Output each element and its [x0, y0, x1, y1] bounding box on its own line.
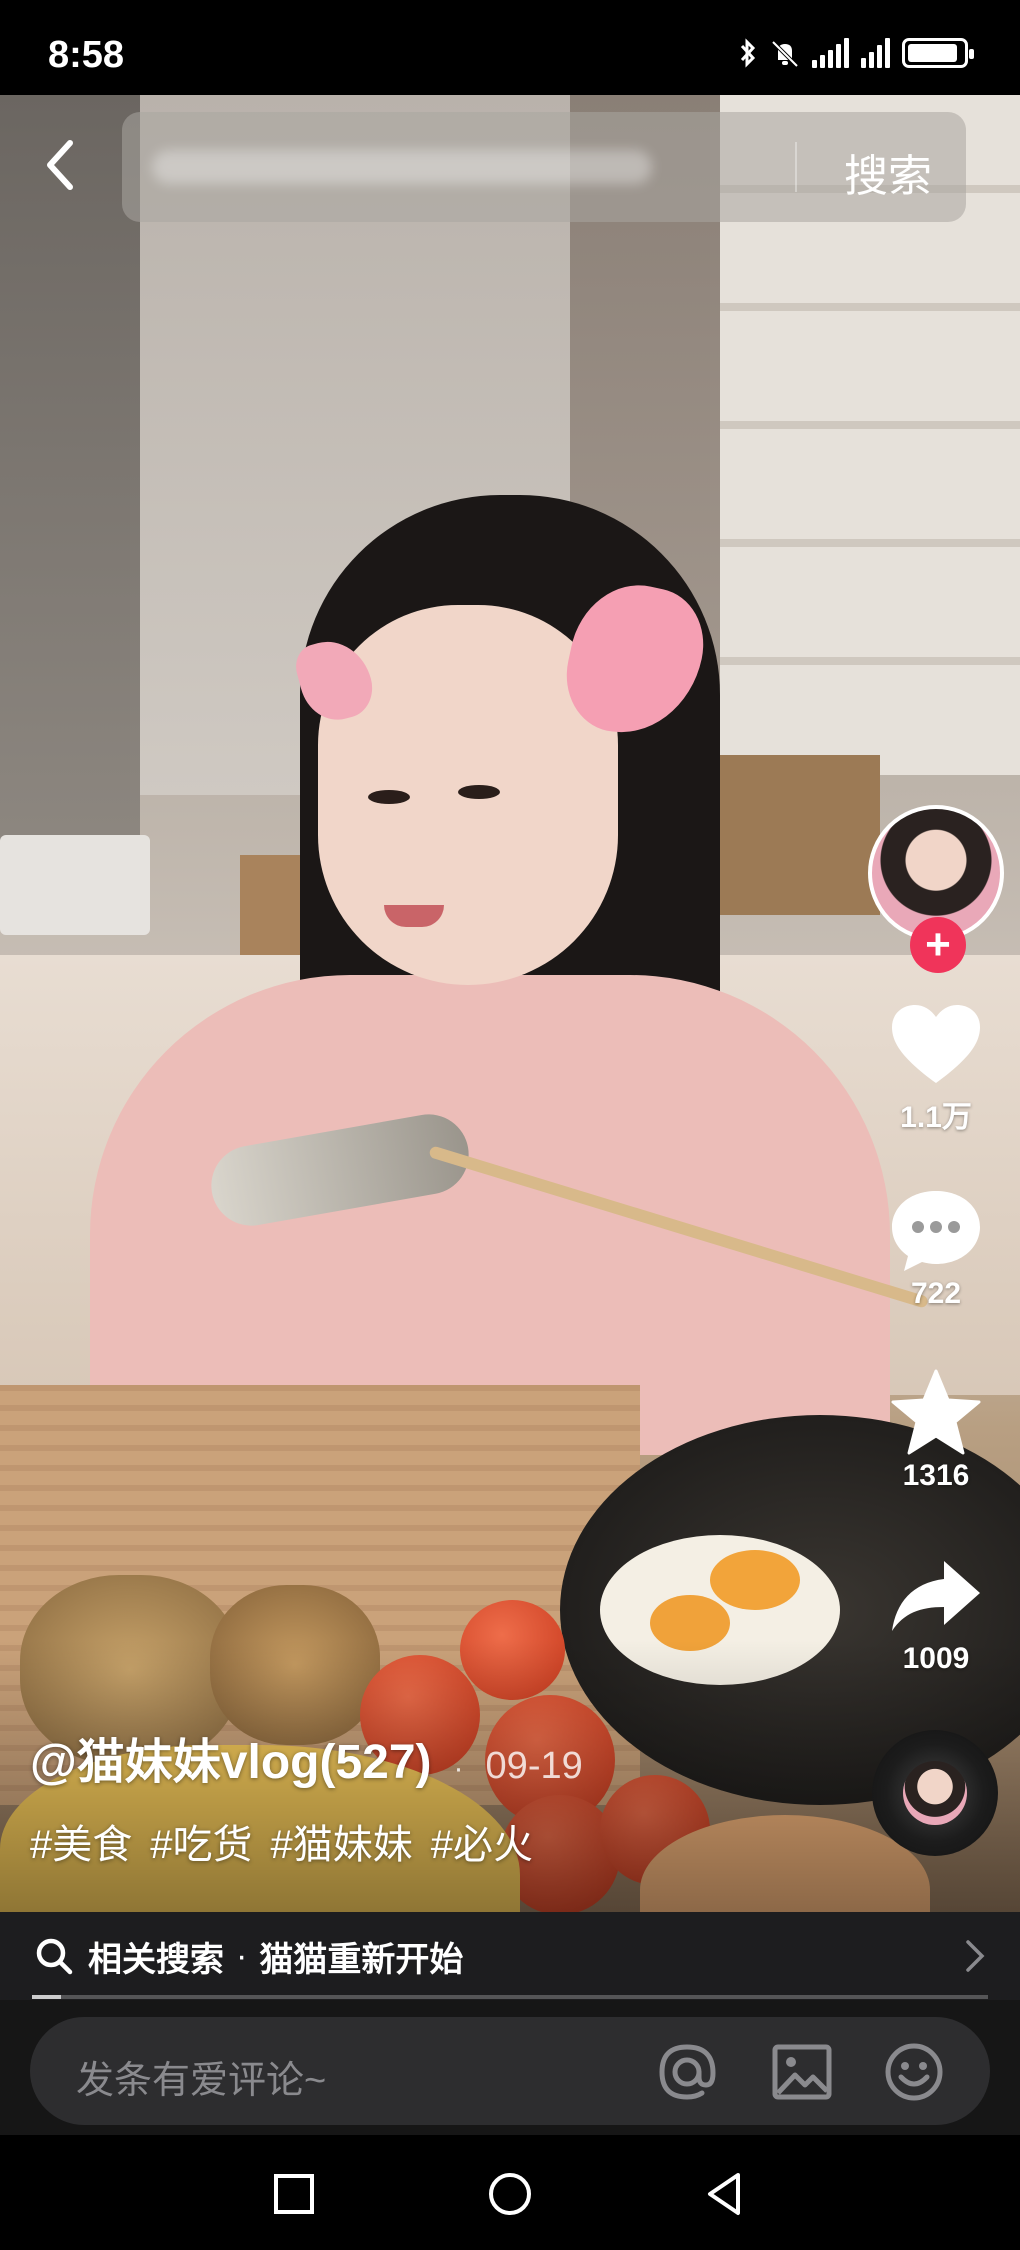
back-button[interactable] — [30, 135, 90, 195]
share-count: 1009 — [902, 1642, 970, 1675]
related-search-separator: · — [236, 1936, 248, 1975]
favorite-count: 1316 — [902, 1459, 970, 1492]
comment-count: 722 — [910, 1277, 962, 1310]
comment-icon — [892, 1191, 980, 1271]
battery-icon — [902, 38, 974, 68]
signal-icon — [812, 38, 849, 68]
related-search-bar[interactable]: 相关搜索 · 猫猫重新开始 — [0, 1912, 1020, 2000]
favorite-button[interactable]: 1316 — [868, 1367, 1004, 1493]
hashtag[interactable]: #猫妹妹 — [271, 1812, 413, 1870]
hashtag[interactable]: #必火 — [431, 1812, 533, 1870]
video-progress-bar[interactable] — [32, 1995, 988, 1999]
caption-separator: · — [453, 1752, 464, 1785]
share-arrow-icon — [892, 1561, 980, 1631]
status-time: 8:58 — [48, 34, 125, 76]
image-icon[interactable] — [771, 2041, 833, 2103]
search-query-blurred — [152, 150, 652, 184]
search-icon — [36, 1938, 73, 1975]
recents-button[interactable] — [270, 2170, 318, 2218]
search-button[interactable]: 搜索 — [844, 140, 932, 204]
comment-button[interactable]: 722 — [868, 1185, 1004, 1311]
music-disc[interactable] — [872, 1730, 998, 1856]
mute-icon — [771, 40, 799, 68]
emoji-icon[interactable] — [883, 2041, 945, 2103]
signal-icon — [861, 38, 890, 68]
system-nav-bar — [0, 2135, 1020, 2250]
related-search-label: 相关搜索 — [88, 1940, 224, 1979]
video-caption: @猫妹妹vlog(527) · 09-19 #美食 #吃货 #猫妹妹 #必火 — [30, 1722, 850, 1870]
video-progress-fill — [32, 1995, 61, 1999]
bluetooth-icon — [740, 38, 756, 68]
chevron-right-icon — [966, 1940, 985, 1972]
like-count: 1.1万 — [900, 1101, 972, 1134]
status-bar: 8:58 — [0, 0, 1020, 95]
video-background — [0, 95, 140, 855]
post-date: 09-19 — [485, 1745, 583, 1787]
at-mention-icon[interactable] — [656, 2041, 718, 2103]
comment-input[interactable]: 发条有爱评论~ — [30, 2017, 990, 2125]
home-button[interactable] — [486, 2170, 534, 2218]
star-icon — [891, 1369, 981, 1455]
hashtag[interactable]: #吃货 — [150, 1812, 252, 1870]
search-input[interactable]: 搜索 — [122, 112, 966, 222]
author-name[interactable]: @猫妹妹vlog(527) — [30, 1722, 432, 1792]
comment-bar: 发条有爱评论~ — [0, 2000, 1020, 2135]
video-player[interactable] — [0, 95, 1020, 2000]
related-search-query: 猫猫重新开始 — [259, 1940, 464, 1979]
comment-placeholder: 发条有爱评论~ — [76, 2060, 327, 2102]
share-button[interactable]: 1009 — [868, 1550, 1004, 1676]
music-cover — [903, 1761, 967, 1825]
heart-icon — [892, 1005, 980, 1083]
hashtag[interactable]: #美食 — [30, 1812, 132, 1870]
follow-button[interactable]: + — [910, 917, 966, 973]
chevron-left-icon — [47, 140, 73, 190]
hashtag-list: #美食 #吃货 #猫妹妹 #必火 — [30, 1812, 850, 1870]
like-button[interactable]: 1.1万 — [868, 1000, 1004, 1136]
back-nav-button[interactable] — [702, 2170, 750, 2218]
